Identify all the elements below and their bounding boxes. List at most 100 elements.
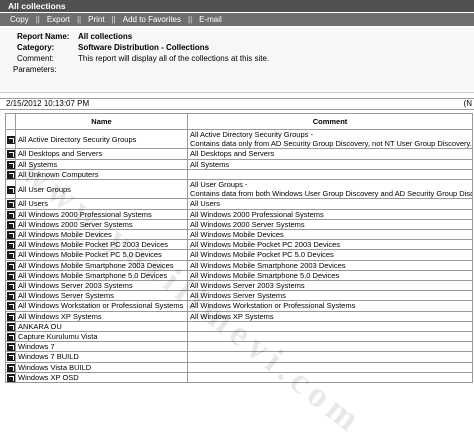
collection-name: Capture Kurulumu Vista	[15, 331, 188, 343]
collection-name: All Windows Mobile Devices	[15, 229, 188, 241]
collection-comment-line: All Systems	[190, 159, 230, 169]
parameters-label: Parameters:	[13, 65, 57, 74]
table-row: All Unknown Computers	[5, 168, 473, 181]
print-button[interactable]: Print	[86, 13, 106, 26]
collection-comment-cell	[187, 331, 473, 343]
table-body: All Active Directory Security Groups All …	[5, 128, 473, 384]
collection-name: All Windows Workstation or Professional …	[15, 300, 188, 312]
drill-down-link-icon[interactable]	[6, 135, 15, 144]
report-info-panel: Report Name: All collections Category: S…	[0, 27, 474, 93]
collection-comment-line: Contains data only from AD Security Grou…	[190, 139, 472, 149]
drill-down-link-icon[interactable]	[6, 343, 15, 351]
drill-down-link-icon[interactable]	[6, 363, 15, 372]
collection-comment-line: All Windows 2000 Professional Systems	[190, 209, 324, 219]
row-link-cell	[5, 280, 16, 292]
drill-down-link-icon[interactable]	[6, 150, 15, 159]
collection-comment-line: All Windows 2000 Server Systems	[190, 219, 305, 229]
table-row: All Windows Mobile Smartphone 2003 Devic…	[5, 259, 473, 271]
drill-down-link-icon[interactable]	[6, 170, 15, 179]
row-link-cell	[5, 269, 16, 282]
name-column-header[interactable]: Name	[15, 113, 188, 130]
table-row: ANKARA OU	[5, 320, 473, 333]
table-row: All Systems All Systems	[5, 158, 473, 170]
row-link-cell	[5, 310, 16, 322]
drill-down-link-icon[interactable]	[6, 312, 15, 321]
table-row: All User Groups All User Groups - Contains…	[5, 179, 473, 200]
drill-down-link-icon[interactable]	[6, 200, 15, 209]
drill-down-link-icon[interactable]	[6, 353, 15, 362]
table-row: Windows 7	[5, 341, 473, 353]
row-link-cell	[5, 341, 16, 353]
toolbar: Copy || Export || Print || Add to Favori…	[0, 13, 474, 26]
drill-down-link-icon[interactable]	[6, 251, 15, 260]
collection-comment-cell: All Windows Mobile Smartphone 2003 Devic…	[187, 259, 473, 271]
drill-down-link-icon[interactable]	[6, 261, 15, 270]
comment-value: This report will display all of the coll…	[78, 54, 270, 63]
collection-comment-line	[190, 343, 470, 351]
collection-comment-cell: All Windows Server 2003 Systems	[187, 280, 473, 292]
email-button[interactable]: E-mail	[197, 13, 224, 26]
toolbar-separator: ||	[111, 15, 116, 24]
table-row: All Windows Mobile Devices All Windows Mo…	[5, 229, 473, 241]
row-link-cell	[5, 128, 16, 150]
collection-comment-cell	[187, 341, 473, 353]
comment-label: Comment:	[17, 54, 54, 63]
drill-down-link-icon[interactable]	[6, 282, 15, 290]
collection-comment-cell: All Windows Mobile Smartphone 5.0 Device…	[187, 269, 473, 282]
table-row: All Desktops and Servers All Desktops and…	[5, 148, 473, 160]
drill-down-link-icon[interactable]	[6, 231, 15, 239]
collection-comment-line: All Windows Server 2003 Systems	[190, 281, 305, 291]
collection-name: All Windows Mobile Pocket PC 2003 Device…	[15, 239, 188, 251]
collection-comment-line	[190, 373, 470, 381]
collection-comment-line: All Windows Mobile Pocket PC 5.0 Devices	[190, 250, 334, 260]
category-value: Software Distribution - Collections	[78, 43, 210, 52]
toolbar-separator: ||	[35, 15, 40, 24]
table-row: All Windows Server Systems All Windows Se…	[5, 290, 473, 302]
collection-name: All Windows Mobile Smartphone 2003 Devic…	[15, 259, 188, 271]
drill-down-link-icon[interactable]	[6, 373, 15, 382]
drill-down-link-icon[interactable]	[6, 322, 15, 331]
collection-name: All Active Directory Security Groups	[15, 128, 188, 150]
export-button[interactable]: Export	[45, 13, 72, 26]
collection-name: All Desktops and Servers	[15, 148, 188, 160]
drill-down-link-icon[interactable]	[6, 210, 15, 219]
collection-name: All Windows Mobile Smartphone 5.0 Device…	[15, 269, 188, 282]
collection-comment-cell	[187, 361, 473, 373]
row-link-cell	[5, 361, 16, 373]
category-label: Category:	[17, 43, 55, 52]
collection-comment-line: All Windows Mobile Devices	[190, 230, 284, 240]
collection-name: All Windows Server 2003 Systems	[15, 280, 188, 292]
drill-down-link-icon[interactable]	[6, 302, 15, 311]
row-link-cell	[5, 320, 16, 333]
collection-comment-cell: All Windows Mobile Pocket PC 5.0 Devices	[187, 249, 473, 261]
drill-down-link-icon[interactable]	[6, 220, 15, 229]
add-to-favorites-button[interactable]: Add to Favorites	[121, 13, 183, 26]
collection-name: All Windows XP Systems	[15, 310, 188, 322]
row-link-cell	[5, 331, 16, 343]
collection-comment-cell: All Windows 2000 Professional Systems	[187, 208, 473, 220]
collection-comment-line: All Windows Mobile Pocket PC 2003 Device…	[190, 240, 341, 250]
toolbar-separator: ||	[187, 15, 193, 24]
row-link-cell	[5, 371, 16, 384]
drill-down-link-icon[interactable]	[6, 241, 15, 249]
table-row: All Windows Mobile Pocket PC 5.0 Devices…	[5, 249, 473, 261]
collection-name: ANKARA OU	[15, 320, 188, 333]
drill-down-link-icon[interactable]	[6, 271, 15, 280]
collection-comment-cell: All Users	[187, 198, 473, 210]
collection-name: All Users	[15, 198, 188, 210]
collection-comment-line: Contains data from both Windows User Gro…	[190, 189, 473, 199]
table-row: All Windows Server 2003 Systems All Windo…	[5, 280, 473, 292]
report-name-label: Report Name:	[17, 32, 70, 41]
drill-down-link-icon[interactable]	[6, 185, 15, 194]
drill-down-link-icon[interactable]	[6, 160, 15, 169]
table-row: All Windows Mobile Pocket PC 2003 Device…	[5, 239, 473, 251]
collection-comment-cell: All Windows XP Systems	[187, 310, 473, 322]
row-link-cell	[5, 229, 16, 241]
copy-button[interactable]: Copy	[8, 13, 31, 26]
comment-column-header[interactable]: Comment	[187, 113, 473, 130]
collection-comment-line	[190, 333, 470, 341]
collection-comment-cell: All Windows Server Systems	[187, 290, 473, 302]
drill-down-link-icon[interactable]	[6, 292, 15, 300]
collection-name: All User Groups	[15, 179, 188, 200]
drill-down-link-icon[interactable]	[6, 333, 15, 341]
